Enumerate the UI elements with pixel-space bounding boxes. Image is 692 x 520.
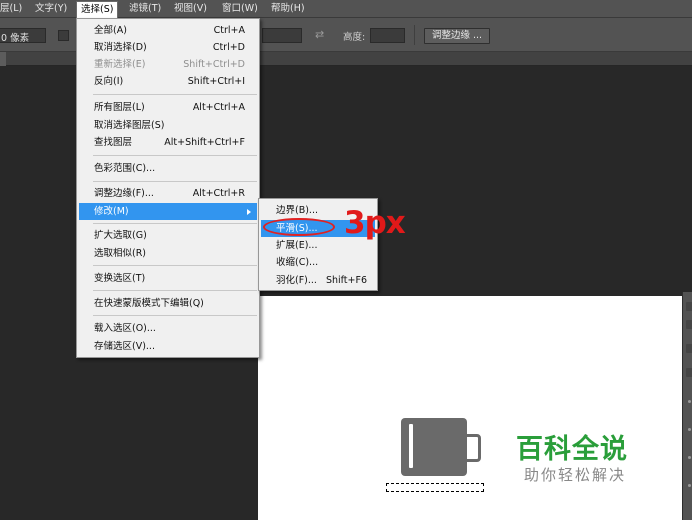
menu-filter[interactable]: 滤镜(T) bbox=[125, 1, 165, 17]
menu-item-all-layers[interactable]: 所有图层(L) Alt+Ctrl+A bbox=[79, 99, 257, 116]
panel-dot bbox=[688, 456, 691, 459]
menu-separator bbox=[93, 94, 257, 95]
selection-marquee bbox=[386, 483, 484, 492]
menu-separator bbox=[93, 223, 257, 224]
menu-item-save-selection[interactable]: 存储选区(V)... bbox=[79, 338, 257, 355]
select-menu: 全部(A) Ctrl+A 取消选择(D) Ctrl+D 重新选择(E) Shift+C… bbox=[76, 18, 260, 358]
mug-highlight bbox=[409, 424, 413, 468]
panel-tab[interactable] bbox=[686, 302, 692, 311]
feather-input[interactable]: 0 像素 bbox=[0, 28, 46, 44]
document-tab[interactable] bbox=[0, 52, 6, 66]
annotation-label: 3px bbox=[344, 205, 406, 241]
anti-alias-checkbox[interactable] bbox=[58, 30, 69, 41]
menu-select[interactable]: 选择(S) bbox=[76, 1, 119, 18]
annotation-circle bbox=[263, 218, 335, 236]
menu-help[interactable]: 帮助(H) bbox=[267, 1, 309, 17]
submenu-arrow-icon bbox=[247, 209, 251, 215]
menu-separator bbox=[93, 315, 257, 316]
height-input[interactable] bbox=[370, 28, 405, 43]
menu-item-color-range[interactable]: 色彩范围(C)... bbox=[79, 160, 257, 177]
feather-value: 0 像素 bbox=[1, 33, 30, 44]
menu-type[interactable]: 文字(Y) bbox=[31, 1, 71, 17]
menu-separator bbox=[93, 290, 257, 291]
menu-item-load-selection[interactable]: 载入选区(O)... bbox=[79, 320, 257, 337]
submenu-item-contract[interactable]: 收缩(C)... bbox=[261, 254, 375, 271]
menu-layer[interactable]: 层(L) bbox=[0, 1, 26, 17]
panel-tab[interactable] bbox=[686, 368, 692, 377]
mug-handle bbox=[463, 434, 481, 462]
logo-title: 百科全说 bbox=[516, 434, 628, 465]
menu-item-grow[interactable]: 扩大选取(G) bbox=[79, 227, 257, 244]
swap-icon[interactable]: ⇄ bbox=[315, 28, 324, 41]
menu-separator bbox=[93, 265, 257, 266]
menu-item-all[interactable]: 全部(A) Ctrl+A bbox=[79, 22, 257, 39]
right-panel bbox=[682, 292, 692, 520]
refine-edge-button[interactable]: 调整边缘 ... bbox=[424, 28, 491, 44]
menu-item-modify[interactable]: 修改(M) bbox=[79, 203, 257, 220]
menu-item-quick-mask[interactable]: 在快速蒙版模式下编辑(Q) bbox=[79, 295, 257, 312]
logo-subtitle: 助你轻松解决 bbox=[524, 466, 627, 484]
panel-dot bbox=[688, 428, 691, 431]
mug-icon bbox=[401, 418, 467, 476]
menubar: 层(L) 文字(Y) 选择(S) 滤镜(T) 视图(V) 窗口(W) 帮助(H) bbox=[0, 0, 692, 18]
options-separator bbox=[414, 25, 415, 45]
menu-separator bbox=[93, 155, 257, 156]
panel-tab[interactable] bbox=[686, 344, 692, 353]
menu-view[interactable]: 视图(V) bbox=[170, 1, 211, 17]
document-canvas[interactable]: 百科全说 助你轻松解决 bbox=[258, 296, 682, 520]
height-label: 高度: bbox=[343, 32, 366, 43]
menu-item-transform-selection[interactable]: 变换选区(T) bbox=[79, 270, 257, 287]
panel-dot bbox=[688, 484, 691, 487]
menu-item-deselect-layers[interactable]: 取消选择图层(S) bbox=[79, 117, 257, 134]
panel-dot bbox=[688, 400, 691, 403]
menu-separator bbox=[93, 181, 257, 182]
menu-item-reselect: 重新选择(E) Shift+Ctrl+D bbox=[94, 59, 245, 70]
menu-item-similar[interactable]: 选取相似(R) bbox=[79, 245, 257, 262]
width-input[interactable] bbox=[262, 28, 302, 43]
menu-item-refine-edge[interactable]: 调整边缘(F)... Alt+Ctrl+R bbox=[79, 185, 257, 202]
menu-item-find-layers[interactable]: 查找图层 Alt+Shift+Ctrl+F bbox=[79, 134, 257, 151]
menu-window[interactable]: 窗口(W) bbox=[218, 1, 262, 17]
submenu-item-feather[interactable]: 羽化(F)... Shift+F6 bbox=[261, 272, 375, 289]
panel-tab[interactable] bbox=[686, 320, 692, 329]
menu-item-deselect[interactable]: 取消选择(D) Ctrl+D bbox=[79, 39, 257, 56]
menu-item-inverse[interactable]: 反向(I) Shift+Ctrl+I bbox=[79, 73, 257, 90]
